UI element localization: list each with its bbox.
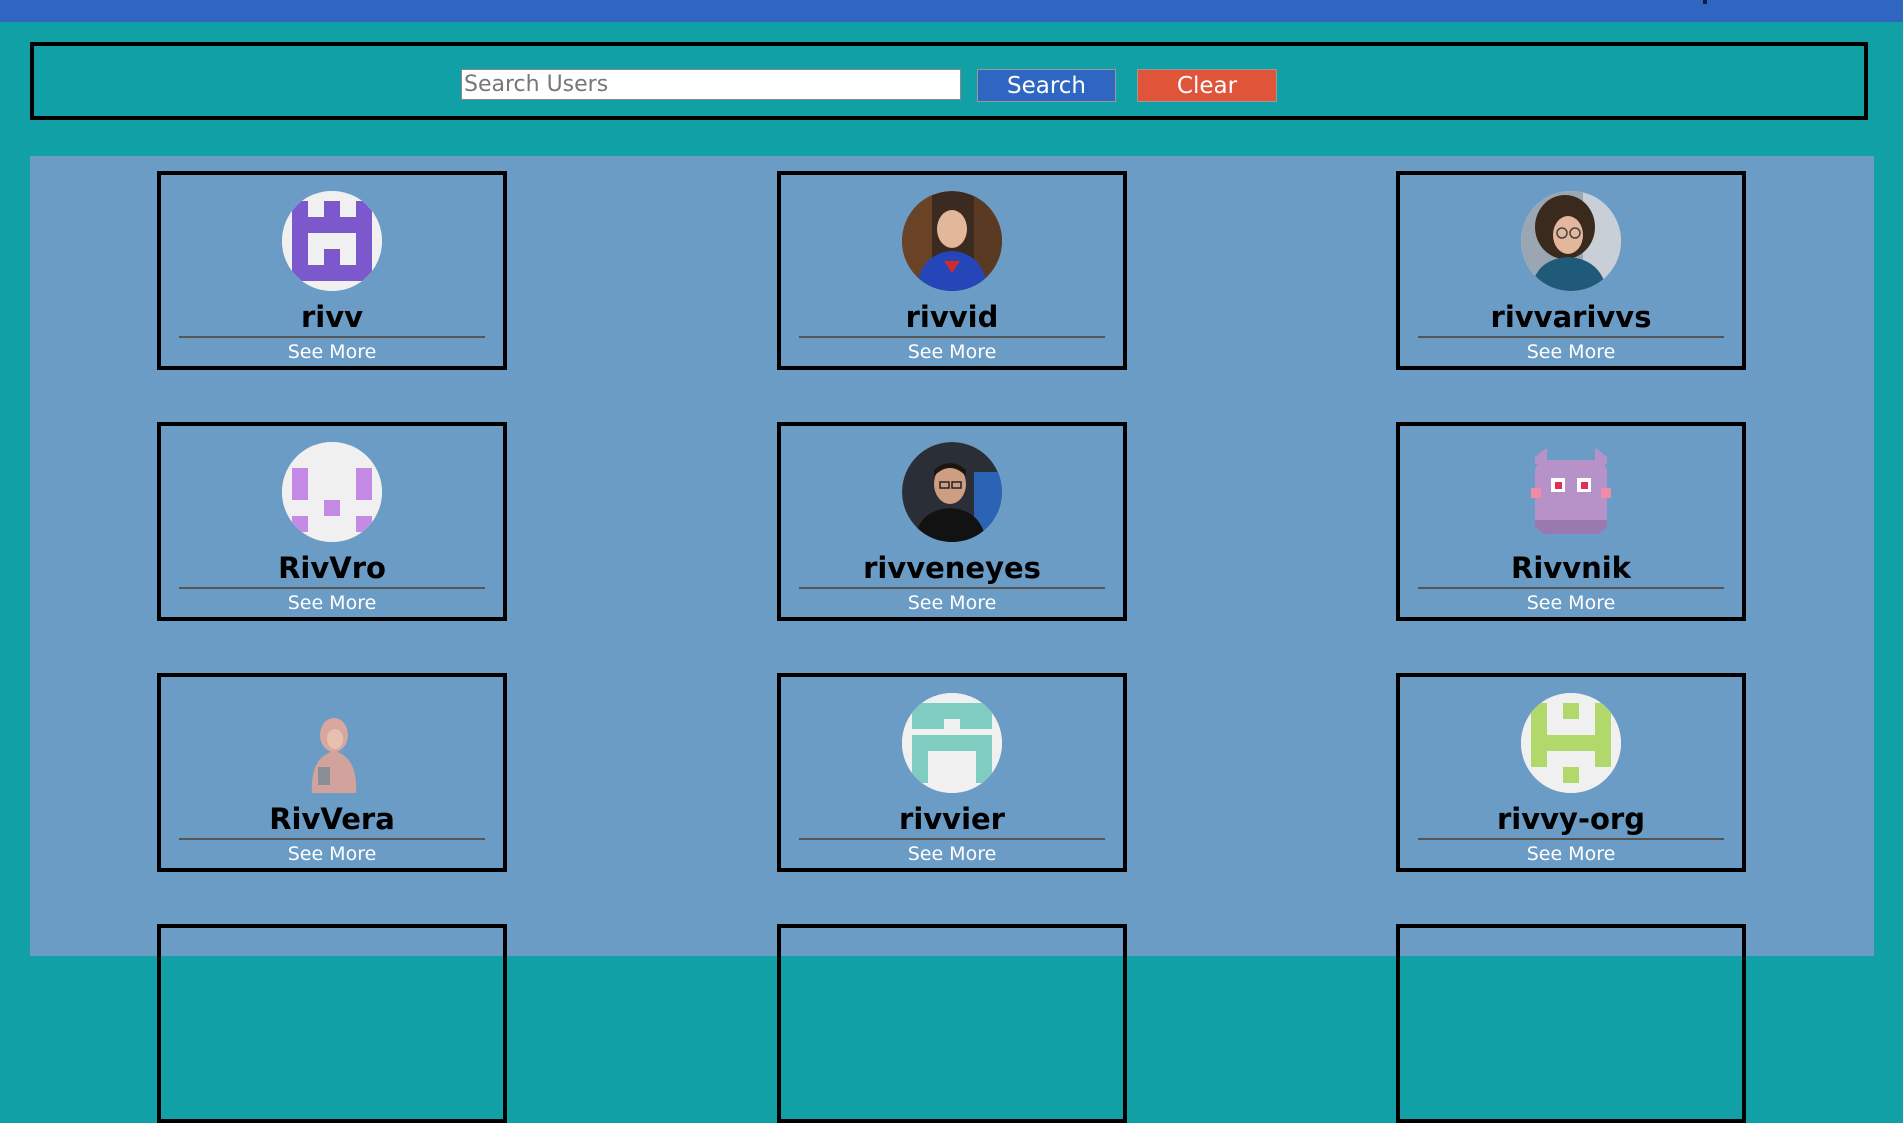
user-card: RivVera See More [157, 673, 507, 872]
see-more-link[interactable]: See More [161, 592, 503, 614]
search-input[interactable] [461, 69, 961, 100]
user-card: rivvier See More [777, 673, 1127, 872]
username: rivveneyes [863, 551, 1041, 585]
avatar [902, 442, 1002, 542]
avatar [1521, 191, 1621, 291]
see-more-link[interactable]: See More [1400, 843, 1742, 865]
user-card [1396, 924, 1746, 1123]
divider [799, 587, 1105, 589]
user-card: rivvarivvs See More [1396, 171, 1746, 370]
username: RivVro [278, 551, 386, 585]
search-button[interactable]: Search [977, 69, 1116, 102]
user-card: rivvid See More [777, 171, 1127, 370]
search-panel: Search Clear [30, 42, 1868, 120]
username: rivvid [905, 300, 999, 334]
divider [799, 838, 1105, 840]
see-more-link[interactable]: See More [1400, 592, 1742, 614]
clear-button[interactable]: Clear [1137, 69, 1277, 102]
user-card: Rivvnik See More [1396, 422, 1746, 621]
username: RivVera [269, 802, 395, 836]
username: rivvy-org [1497, 802, 1645, 836]
divider [179, 838, 485, 840]
divider [179, 336, 485, 338]
username: rivv [300, 300, 364, 334]
user-card [777, 924, 1127, 1123]
user-card: rivv See More [157, 171, 507, 370]
divider [1418, 838, 1724, 840]
see-more-link[interactable]: See More [1400, 341, 1742, 363]
see-more-link[interactable]: See More [161, 843, 503, 865]
avatar [1521, 442, 1621, 542]
user-card: rivveneyes See More [777, 422, 1127, 621]
divider [799, 336, 1105, 338]
username: rivvier [899, 802, 1005, 836]
user-results-grid: rivv See More rivvid See More rivvarivvs… [30, 156, 1874, 1123]
see-more-link[interactable]: See More [781, 843, 1123, 865]
avatar [1521, 693, 1621, 793]
username: rivvarivvs [1490, 300, 1652, 334]
avatar [282, 442, 382, 542]
avatar [282, 693, 382, 793]
top-header-bar [0, 0, 1903, 22]
user-card [157, 924, 507, 1123]
avatar [902, 191, 1002, 291]
user-card: RivVro See More [157, 422, 507, 621]
username: Rivvnik [1511, 551, 1631, 585]
divider [1418, 336, 1724, 338]
see-more-link[interactable]: See More [161, 341, 503, 363]
header-menu-icon[interactable] [1703, 0, 1707, 4]
avatar [282, 191, 382, 291]
divider [179, 587, 485, 589]
avatar [902, 693, 1002, 793]
user-card: rivvy-org See More [1396, 673, 1746, 872]
see-more-link[interactable]: See More [781, 341, 1123, 363]
divider [1418, 587, 1724, 589]
see-more-link[interactable]: See More [781, 592, 1123, 614]
